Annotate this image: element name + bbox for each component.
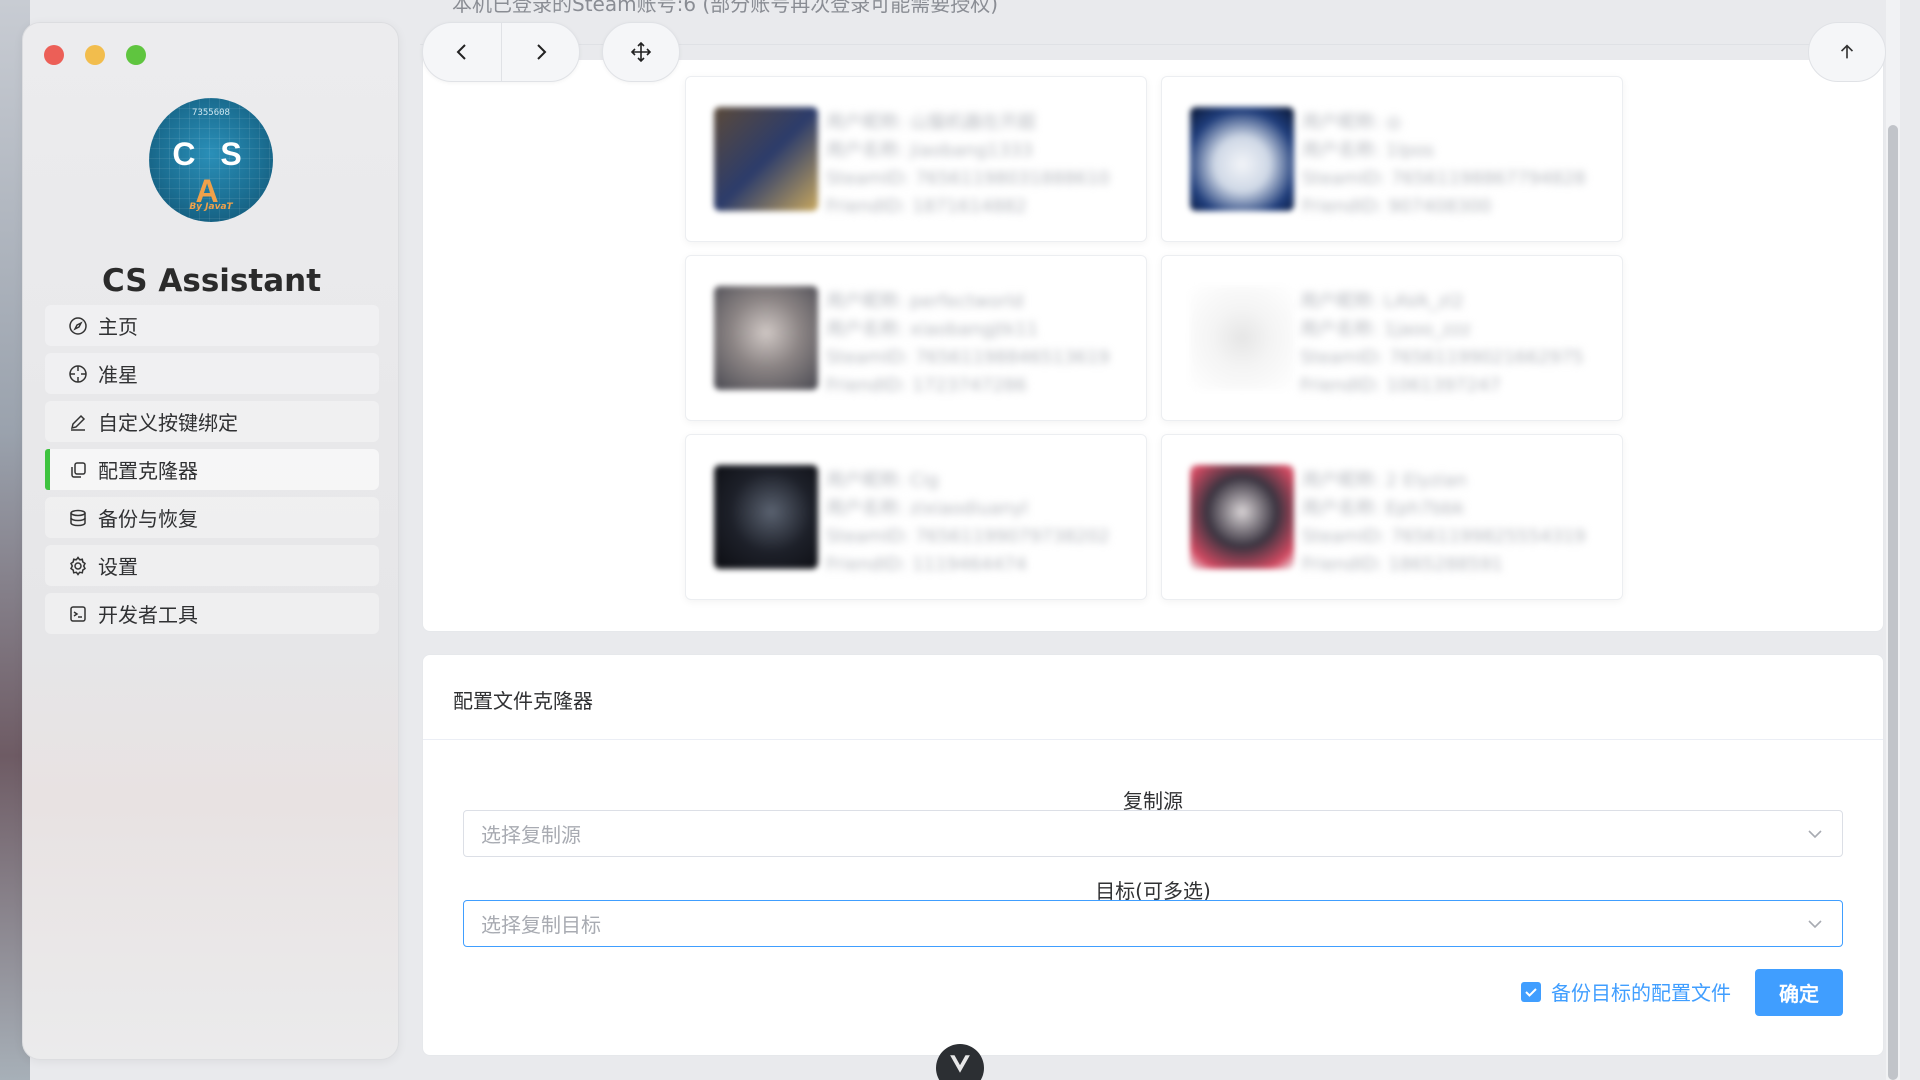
sidebar-item-devtools[interactable]: 开发者工具 [45, 593, 379, 634]
back-button[interactable] [423, 23, 501, 81]
logo-letters: C S A [172, 136, 250, 209]
crosshair-icon [69, 364, 87, 383]
avatar [714, 286, 818, 390]
avatar [1190, 286, 1294, 390]
account-username: 用户名称: Eph7bbk [1302, 498, 1465, 519]
backup-label: 备份目标的配置文件 [1551, 981, 1731, 1005]
account-cards: 用户昵称: 山猫机器在开超 用户名称: jiaobang1333 SteamID… [685, 76, 1625, 600]
sidebar-item-config-cloner[interactable]: 配置克隆器 [45, 449, 379, 490]
terminal-icon [70, 605, 86, 622]
avatar [714, 107, 818, 211]
sidebar-item-keybinds[interactable]: 自定义按键绑定 [45, 401, 379, 442]
confirm-button[interactable]: 确定 [1755, 969, 1843, 1016]
copy-icon [71, 461, 86, 478]
drag-window-button[interactable] [603, 23, 679, 81]
forward-button[interactable] [501, 23, 579, 81]
sidebar-nav: 主页 准星 自定义按键绑定 配置克隆器 备份与恢复 设置 开发者工具 [45, 305, 379, 641]
app-title: CS Assistant [101, 263, 322, 299]
sidebar: 7355608 C S A By JavaT CS Assistant 主页 准… [22, 22, 399, 1060]
target-placeholder: 选择复制目标 [481, 913, 601, 937]
backup-target-checkbox[interactable]: 备份目标的配置文件 [1521, 977, 1731, 1006]
sidebar-item-home[interactable]: 主页 [45, 305, 379, 346]
scrollbar[interactable] [1886, 0, 1900, 1080]
account-steamid: SteamID: 76561199021662975 [1300, 347, 1584, 368]
account-steamid: SteamID: 76561198031888610 [826, 168, 1110, 189]
account-steamid: SteamID: 76561199825554319 [1302, 526, 1586, 547]
avatar [714, 465, 818, 569]
checkbox[interactable] [1521, 981, 1541, 1002]
account-username: 用户名称: 1jaoo_zzz [1300, 319, 1471, 340]
source-select[interactable]: 选择复制源 [463, 810, 1843, 857]
account-card[interactable]: 用户昵称: ◎ 用户名称: 1lpos SteamID: 76561198867… [1161, 76, 1623, 242]
sidebar-item-label: 备份与恢复 [98, 507, 198, 531]
account-nickname: 用户昵称: perfectworld [826, 291, 1024, 312]
account-nickname: 用户昵称: ◎ [1302, 112, 1402, 133]
sidebar-item-label: 配置克隆器 [98, 459, 198, 483]
panel-title: 配置文件克隆器 [453, 689, 593, 713]
account-friendid: FriendID: 1119464474 [826, 554, 1027, 575]
account-card[interactable]: 用户昵称: perfectworld 用户名称: xiaobangjtk11 S… [685, 255, 1147, 421]
logo-code: 7355608 [192, 108, 230, 118]
config-cloner-panel: 配置文件克隆器 复制源 选择复制源 目标(可多选) 选择复制目标 备份目标的配置… [422, 654, 1884, 1056]
account-nickname: 用户昵称: 2 Elyzian [1302, 470, 1467, 491]
account-card[interactable]: 用户昵称: 山猫机器在开超 用户名称: jiaobang1333 SteamID… [685, 76, 1147, 242]
sidebar-item-label: 设置 [98, 555, 138, 579]
avatar [1190, 107, 1294, 211]
target-select[interactable]: 选择复制目标 [463, 900, 1843, 947]
account-nickname: 用户昵称: Cig [826, 470, 939, 491]
chevron-left-icon [456, 44, 466, 60]
account-username: 用户名称: jiaobang1333 [826, 140, 1033, 161]
account-username: 用户名称: zixiaodiuanyl [826, 498, 1028, 519]
history-nav [422, 22, 580, 82]
logo-byline: By JavaT [189, 202, 233, 212]
sidebar-item-label: 主页 [98, 315, 138, 339]
account-card[interactable]: 用户昵称: Cig 用户名称: zixiaodiuanyl SteamID: 7… [685, 434, 1147, 600]
accounts-summary: 本机已登录的Steam账号:6 (部分账号再次登录可能需要授权) [452, 0, 999, 16]
compass-icon [69, 316, 87, 335]
arrow-up-icon [1840, 44, 1854, 59]
chevron-down-icon [1808, 920, 1822, 929]
database-icon [70, 509, 86, 526]
chevron-right-icon [536, 44, 546, 60]
account-friendid: FriendID: 1723747286 [826, 375, 1027, 396]
gear-icon [70, 555, 86, 576]
account-username: 用户名称: 1lpos [1302, 140, 1435, 161]
main-content: 本机已登录的Steam账号:6 (部分账号再次登录可能需要授权) 用户昵称: 山… [420, 0, 1900, 1080]
scrollbar-thumb[interactable] [1888, 125, 1898, 1080]
move-group [602, 22, 680, 82]
divider [423, 739, 1883, 740]
accounts-panel: 用户昵称: 山猫机器在开超 用户名称: jiaobang1333 SteamID… [422, 60, 1884, 632]
sidebar-item-label: 开发者工具 [98, 603, 198, 627]
account-steamid: SteamID: 76561199079738202 [826, 526, 1110, 547]
account-friendid: FriendID: 1871614882 [826, 196, 1027, 217]
minimize-window-button[interactable] [85, 45, 105, 65]
account-nickname: 用户昵称: LAVA_zl2 [1300, 291, 1464, 312]
sidebar-item-label: 自定义按键绑定 [98, 411, 238, 435]
sidebar-item-settings[interactable]: 设置 [45, 545, 379, 586]
maximize-window-button[interactable] [126, 45, 146, 65]
account-steamid: SteamID: 76561198846513619 [826, 347, 1110, 368]
account-card[interactable]: 用户昵称: LAVA_zl2 用户名称: 1jaoo_zzz SteamID: … [1161, 255, 1623, 421]
scroll-to-top-button[interactable] [1808, 22, 1886, 82]
sidebar-item-label: 准星 [98, 363, 138, 387]
account-card[interactable]: 用户昵称: 2 Elyzian 用户名称: Eph7bbk SteamID: 7… [1161, 434, 1623, 600]
account-friendid: FriendID: 1061397247 [1300, 375, 1501, 396]
window-controls [44, 45, 146, 65]
close-window-button[interactable] [44, 45, 64, 65]
account-friendid: FriendID: 907408300 [1302, 196, 1492, 217]
check-icon [1525, 987, 1537, 997]
pen-icon [70, 414, 86, 431]
sidebar-item-crosshair[interactable]: 准星 [45, 353, 379, 394]
account-username: 用户名称: xiaobangjtk11 [826, 319, 1039, 340]
source-placeholder: 选择复制源 [481, 823, 581, 847]
account-steamid: SteamID: 76561198867794828 [1302, 168, 1586, 189]
vue-icon [950, 1055, 970, 1073]
move-icon [630, 41, 652, 63]
app-logo: 7355608 C S A By JavaT [149, 98, 273, 222]
account-friendid: FriendID: 1865288591 [1302, 554, 1503, 575]
avatar [1190, 465, 1294, 569]
chevron-down-icon [1808, 830, 1822, 839]
sidebar-item-backup[interactable]: 备份与恢复 [45, 497, 379, 538]
account-nickname: 用户昵称: 山猫机器在开超 [826, 112, 1036, 133]
